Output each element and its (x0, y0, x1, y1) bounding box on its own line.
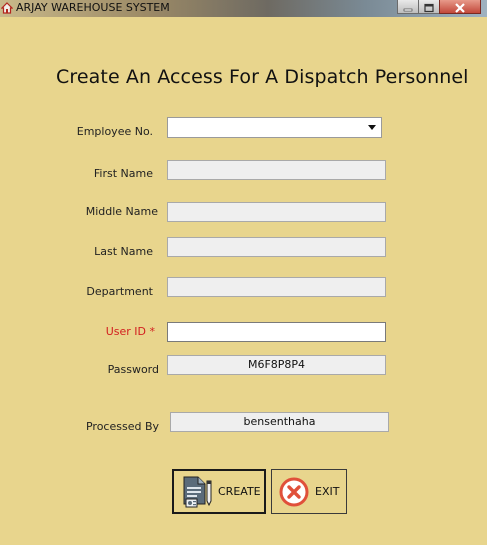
window-controls (397, 0, 481, 15)
minimize-button[interactable] (397, 0, 419, 14)
processed-by-label: Processed By (85, 420, 159, 433)
page-title: Create An Access For A Dispatch Personne… (56, 66, 469, 88)
first-name-label: First Name (93, 167, 153, 180)
window-titlebar[interactable]: ARJAY WAREHOUSE SYSTEM (0, 0, 487, 17)
department-field[interactable] (167, 277, 386, 297)
app-house-icon (1, 2, 13, 14)
close-icon (455, 3, 465, 13)
maximize-button[interactable] (418, 0, 440, 14)
processed-by-field[interactable]: bensenthaha (170, 412, 389, 432)
chevron-down-icon (368, 125, 376, 130)
department-label: Department (86, 285, 153, 298)
minimize-icon (403, 8, 413, 12)
first-name-field[interactable] (167, 160, 386, 180)
create-button[interactable]: CREATE (172, 469, 266, 514)
last-name-label: Last Name (94, 245, 153, 258)
middle-name-field[interactable] (167, 202, 386, 222)
maximize-icon (424, 3, 434, 13)
employee-no-label: Employee No. (76, 125, 153, 138)
employee-no-dropdown[interactable] (167, 117, 382, 138)
password-field[interactable]: M6F8P8P4 (167, 355, 386, 375)
close-circle-icon (279, 477, 309, 506)
exit-button[interactable]: EXIT (271, 469, 347, 514)
exit-button-label: EXIT (315, 485, 340, 498)
last-name-field[interactable] (167, 237, 386, 257)
window-title: ARJAY WAREHOUSE SYSTEM (16, 1, 170, 14)
password-label: Password (107, 363, 159, 376)
create-button-label: CREATE (218, 485, 261, 498)
document-register-icon (183, 476, 212, 507)
middle-name-label: Middle Name (85, 205, 158, 218)
user-id-input[interactable] (167, 322, 386, 342)
user-id-label: User ID * (105, 325, 155, 338)
close-window-button[interactable] (439, 0, 481, 14)
